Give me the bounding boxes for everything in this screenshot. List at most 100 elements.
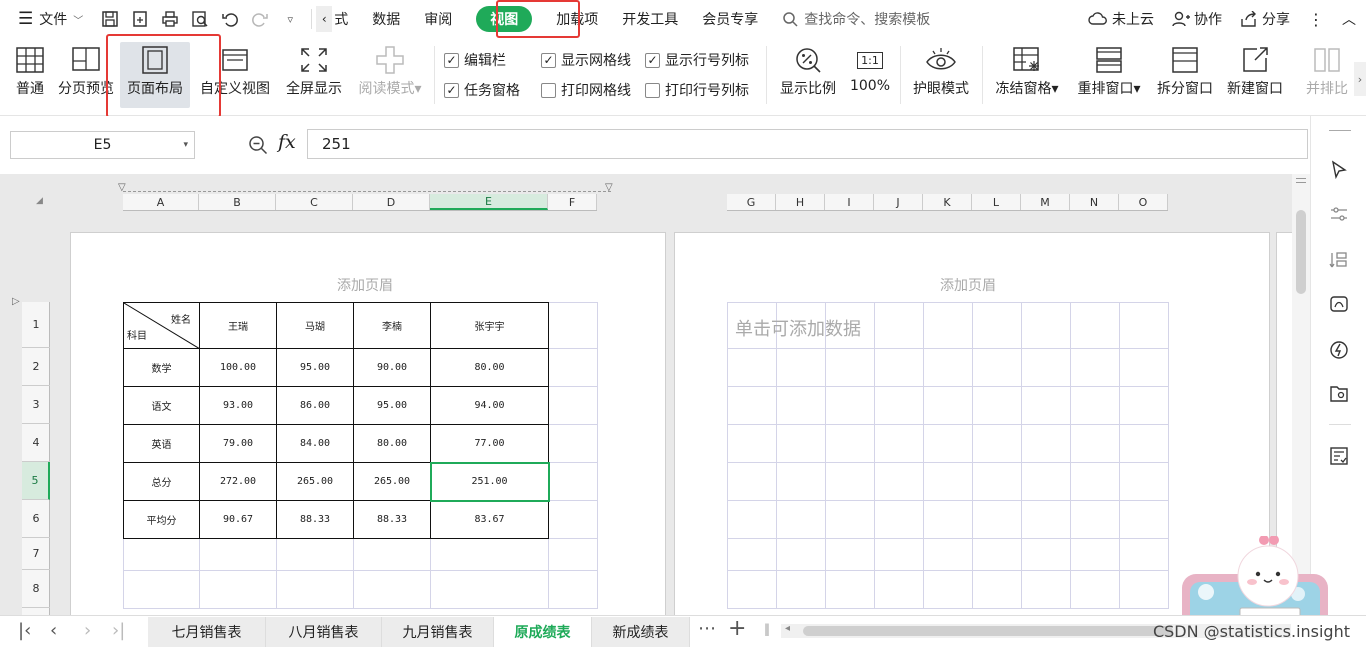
first-sheet-icon[interactable]: |‹: [18, 620, 31, 641]
empty-cell[interactable]: [548, 500, 598, 539]
column-header[interactable]: A: [123, 194, 199, 210]
column-header[interactable]: C: [276, 194, 353, 210]
empty-cell[interactable]: [548, 348, 598, 387]
column-header[interactable]: I: [825, 194, 874, 210]
horizontal-scroll-thumb[interactable]: [803, 626, 1173, 636]
add-header-hint[interactable]: 添加页眉: [940, 275, 996, 295]
empty-cell[interactable]: [548, 462, 598, 501]
vertical-scroll-thumb[interactable]: [1296, 210, 1306, 294]
formula-bar-checkbox[interactable]: ✓ 编辑栏: [444, 50, 506, 70]
function-icon[interactable]: fx: [278, 131, 296, 153]
empty-cell[interactable]: [430, 538, 549, 571]
score-cell[interactable]: 93.00: [199, 386, 277, 425]
print-headings-checkbox[interactable]: 打印行号列标: [645, 80, 749, 100]
prev-sheet-icon[interactable]: ‹: [50, 620, 57, 641]
empty-cell[interactable]: [123, 570, 200, 609]
row-header[interactable]: 4: [22, 424, 50, 462]
print-gridlines-checkbox[interactable]: 打印网格线: [541, 80, 631, 100]
form-icon[interactable]: [1327, 444, 1351, 468]
cursor-select-icon[interactable]: [1327, 158, 1351, 182]
formula-input[interactable]: 251: [307, 129, 1308, 159]
empty-cell[interactable]: [548, 538, 598, 571]
column-header[interactable]: J: [874, 194, 923, 210]
empty-cell[interactable]: [430, 570, 549, 609]
ruler-left-margin-icon[interactable]: ▽: [118, 182, 126, 193]
active-cell-e5[interactable]: 251.00: [429, 461, 550, 502]
score-cell[interactable]: 80.00: [353, 424, 431, 463]
page-break-preview-button[interactable]: 分页预览: [54, 42, 118, 108]
sheet-tab[interactable]: 新成绩表: [592, 617, 690, 647]
show-headings-checkbox[interactable]: ✓ 显示行号列标: [645, 50, 749, 70]
column-header[interactable]: D: [353, 194, 430, 210]
undo-icon[interactable]: [219, 8, 241, 30]
score-cell[interactable]: 265.00: [353, 462, 431, 501]
score-cell[interactable]: 95.00: [353, 386, 431, 425]
show-gridlines-checkbox[interactable]: ✓ 显示网格线: [541, 50, 631, 70]
more-menu-icon[interactable]: ⋮: [1308, 10, 1324, 29]
column-header[interactable]: O: [1119, 194, 1168, 210]
select-all-corner-icon[interactable]: ◢: [36, 196, 43, 206]
subject-cell[interactable]: 平均分: [123, 500, 200, 539]
score-cell[interactable]: 100.00: [199, 348, 277, 387]
redo-icon[interactable]: [249, 8, 271, 30]
ruler-right-margin-icon[interactable]: ▽: [605, 182, 613, 193]
rearrange-windows-button[interactable]: 重排窗口▾: [1070, 42, 1148, 108]
tab-formula[interactable]: 式: [332, 0, 360, 38]
sheet-tab-active[interactable]: 原成绩表: [494, 617, 592, 647]
score-cell[interactable]: 265.00: [276, 462, 354, 501]
tab-developer[interactable]: 开发工具: [610, 0, 690, 38]
sheet-area[interactable]: ◢ ▽ ▽ ▷ A B C D E F G H I J K L M N O 添加…: [0, 174, 1292, 615]
tab-view[interactable]: 视图: [464, 0, 544, 38]
tab-data[interactable]: 数据: [360, 0, 412, 38]
row-header[interactable]: 7: [22, 538, 50, 570]
normal-view-button[interactable]: 普通: [8, 42, 52, 108]
column-header[interactable]: G: [727, 194, 776, 210]
empty-cell[interactable]: [548, 570, 598, 609]
zoom-100-button[interactable]: 1:1 100%: [846, 42, 894, 108]
task-pane-checkbox[interactable]: ✓ 任务窗格: [444, 80, 520, 100]
empty-cell[interactable]: [353, 570, 431, 609]
row-header[interactable]: 2: [22, 348, 50, 386]
sheet-tab[interactable]: 七月销售表: [148, 617, 266, 647]
share-button[interactable]: 分享: [1240, 9, 1290, 29]
subject-cell[interactable]: 数学: [123, 348, 200, 387]
empty-cell[interactable]: [123, 538, 200, 571]
empty-cell[interactable]: [276, 570, 354, 609]
full-screen-button[interactable]: 全屏显示: [282, 42, 346, 108]
score-cell[interactable]: 80.00: [430, 348, 549, 387]
print-preview-icon[interactable]: [189, 8, 211, 30]
last-sheet-icon[interactable]: ›|: [112, 620, 125, 641]
row-header[interactable]: 3: [22, 386, 50, 424]
name-cell[interactable]: 李楠: [353, 302, 431, 349]
score-cell[interactable]: 79.00: [199, 424, 277, 463]
score-cell[interactable]: 95.00: [276, 348, 354, 387]
custom-view-button[interactable]: 自定义视图: [196, 42, 274, 108]
sheet-tab[interactable]: 八月销售表: [266, 617, 382, 647]
column-header[interactable]: K: [923, 194, 972, 210]
score-cell[interactable]: 90.67: [199, 500, 277, 539]
split-window-button[interactable]: 拆分窗口: [1152, 42, 1218, 108]
collab-button[interactable]: 协作: [1172, 9, 1222, 29]
diagonal-header-cell[interactable]: 姓名 科目: [123, 302, 200, 349]
ribbon-scroll-right-icon[interactable]: ›: [1354, 62, 1366, 96]
column-header[interactable]: E: [430, 194, 548, 210]
collapse-ribbon-icon[interactable]: ︿: [1342, 9, 1356, 29]
sort-icon[interactable]: [1327, 248, 1351, 272]
scroll-left-icon[interactable]: ◂: [785, 623, 790, 634]
freeze-panes-button[interactable]: 冻结窗格▾: [988, 42, 1066, 108]
column-header[interactable]: H: [776, 194, 825, 210]
subject-cell[interactable]: 语文: [123, 386, 200, 425]
score-cell[interactable]: 77.00: [430, 424, 549, 463]
eye-mode-button[interactable]: 护眼模式: [906, 42, 976, 108]
book-search-icon[interactable]: [1327, 382, 1351, 406]
file-menu[interactable]: ☰ 文件 ﹀: [0, 0, 93, 38]
more-sheets-icon[interactable]: ⋯: [698, 618, 716, 639]
next-sheet-icon[interactable]: ›: [84, 620, 91, 641]
score-cell[interactable]: 94.00: [430, 386, 549, 425]
score-cell[interactable]: 88.33: [276, 500, 354, 539]
add-header-hint[interactable]: 添加页眉: [337, 275, 393, 295]
empty-cell[interactable]: [199, 538, 277, 571]
add-sheet-icon[interactable]: +: [728, 616, 746, 641]
name-cell[interactable]: 张宇宇: [430, 302, 549, 349]
empty-cell[interactable]: [548, 302, 598, 349]
